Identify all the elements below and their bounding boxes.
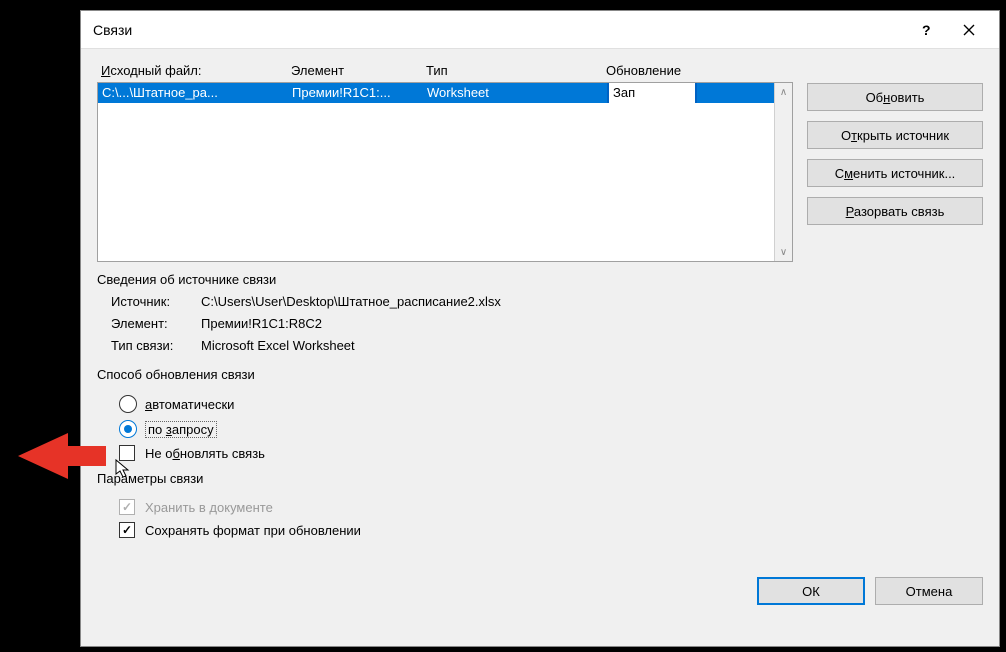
links-dialog: Связи ? Исходный файл: Элемент Тип Обнов… xyxy=(80,10,1000,647)
scrollbar[interactable]: ∧ ∨ xyxy=(774,83,792,261)
source-info-heading: Сведения об источнике связи xyxy=(97,272,983,287)
annotation-arrow-icon xyxy=(18,428,110,484)
checkbox-store-in-doc: Хранить в документе xyxy=(119,499,983,515)
open-source-button[interactable]: Открыть источник xyxy=(807,121,983,149)
radio-icon xyxy=(119,395,137,413)
scroll-down-icon[interactable]: ∨ xyxy=(775,243,792,261)
break-link-button[interactable]: Разорвать связь xyxy=(807,197,983,225)
checkbox-dont-update[interactable]: Не обновлять связь xyxy=(119,445,983,461)
close-button[interactable] xyxy=(947,15,991,45)
list-item[interactable]: C:\...\Штатное_ра... Премии!R1C1:... Wor… xyxy=(98,83,774,103)
source-label: Источник: xyxy=(111,291,201,313)
element-value: Премии!R1C1:R8C2 xyxy=(201,313,322,335)
scroll-up-icon[interactable]: ∧ xyxy=(775,83,792,101)
cancel-button[interactable]: Отмена xyxy=(875,577,983,605)
checkbox-preserve-format[interactable]: Сохранять формат при обновлении xyxy=(119,522,983,538)
checkbox-icon xyxy=(119,522,135,538)
source-value: C:\Users\User\Desktop\Штатное_расписание… xyxy=(201,291,501,313)
list-header: Исходный файл: Элемент Тип Обновление xyxy=(97,63,793,82)
radio-automatic[interactable]: автоматически xyxy=(119,395,983,413)
change-source-button[interactable]: Сменить источник... xyxy=(807,159,983,187)
cursor-icon xyxy=(114,458,134,480)
ok-button[interactable]: ОК xyxy=(757,577,865,605)
update-method-heading: Способ обновления связи xyxy=(97,367,983,382)
checkbox-icon xyxy=(119,499,135,515)
link-params-heading: Параметры связи xyxy=(97,471,983,486)
radio-icon xyxy=(119,420,137,438)
links-listbox[interactable]: C:\...\Штатное_ра... Премии!R1C1:... Wor… xyxy=(97,82,793,262)
element-label: Элемент: xyxy=(111,313,201,335)
dialog-title: Связи xyxy=(93,22,903,38)
update-now-button[interactable]: Обновить xyxy=(807,83,983,111)
svg-text:?: ? xyxy=(922,24,931,36)
titlebar: Связи ? xyxy=(81,11,999,49)
type-value: Microsoft Excel Worksheet xyxy=(201,335,355,357)
radio-on-request[interactable]: по запросу xyxy=(119,420,983,438)
help-button[interactable]: ? xyxy=(903,15,947,45)
type-label: Тип связи: xyxy=(111,335,201,357)
